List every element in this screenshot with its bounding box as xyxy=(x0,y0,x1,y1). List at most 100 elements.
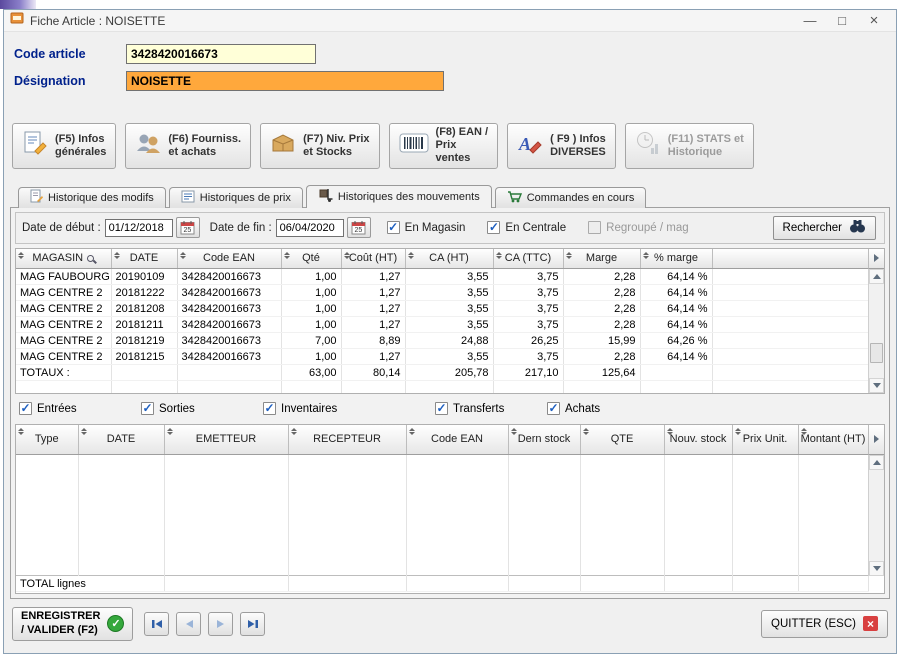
code-article-input[interactable] xyxy=(126,44,316,64)
column-header[interactable]: Nouv. stock xyxy=(664,425,732,455)
tab-historiques-des-mouvements[interactable]: Historiques des mouvements xyxy=(306,185,492,208)
close-button[interactable]: × xyxy=(858,11,890,31)
titlebar[interactable]: Fiche Article : NOISETTE — □ × xyxy=(4,10,896,32)
table-row[interactable]: MAG CENTRE 22018121134284200166731,001,2… xyxy=(16,317,868,333)
sort-icon[interactable] xyxy=(291,428,297,435)
checkbox-icon[interactable] xyxy=(435,402,448,415)
toolbar-button-f5-infos-generales[interactable]: (F5) Infos générales xyxy=(12,123,116,169)
table-row[interactable]: MAG CENTRE 22018121934284200166737,008,8… xyxy=(16,333,868,349)
checkbox-icon[interactable] xyxy=(387,221,400,234)
table-row[interactable]: MAG CENTRE 22018121534284200166731,001,2… xyxy=(16,349,868,365)
minimize-button[interactable]: — xyxy=(794,11,826,31)
column-header[interactable]: EMETTEUR xyxy=(164,425,288,455)
toolbar-button-f7-niveau-prix-stocks[interactable]: (F7) Niv. Prix et Stocks xyxy=(260,123,379,169)
table-row[interactable]: MAG CENTRE 22018122234284200166731,001,2… xyxy=(16,285,868,301)
sort-icon[interactable] xyxy=(583,428,589,435)
toolbar-button-f9-infos-diverses[interactable]: A ( F9 ) Infos DIVERSES xyxy=(507,123,616,169)
column-header[interactable]: Code EAN xyxy=(177,249,281,269)
tab-historique-des-modifs[interactable]: Historique des modifs xyxy=(18,187,166,208)
scroll-up-button[interactable] xyxy=(869,455,884,470)
column-header[interactable]: MAGASIN xyxy=(16,249,111,269)
column-header[interactable]: Coût (HT) xyxy=(341,249,405,269)
column-header[interactable]: RECEPTEUR xyxy=(288,425,406,455)
table-row[interactable] xyxy=(16,381,868,393)
sort-icon[interactable] xyxy=(735,428,741,435)
column-header[interactable]: DATE xyxy=(78,425,164,455)
date-start-calendar-button[interactable]: 25 xyxy=(176,217,200,238)
sort-icon[interactable] xyxy=(643,252,649,259)
save-button[interactable]: ENREGISTRER / VALIDER (F2) ✓ xyxy=(12,607,133,641)
date-end-calendar-button[interactable]: 25 xyxy=(347,217,371,238)
column-header[interactable]: % marge xyxy=(640,249,712,269)
table-row[interactable]: MAG FAUBOURG2019010934284200166731,001,2… xyxy=(16,269,868,285)
nav-first-button[interactable] xyxy=(144,612,169,636)
tab-historiques-de-prix[interactable]: Historiques de prix xyxy=(169,187,303,208)
sort-icon[interactable] xyxy=(667,428,673,435)
column-header[interactable]: Prix Unit. xyxy=(732,425,798,455)
header-scroll-right-button[interactable] xyxy=(868,425,884,455)
checkbox-en-centrale[interactable]: En Centrale xyxy=(487,221,566,234)
sort-icon[interactable] xyxy=(284,252,290,259)
table-row[interactable]: TOTAUX :63,0080,14205,78217,10125,64 xyxy=(16,365,868,381)
scroll-down-button[interactable] xyxy=(869,561,884,576)
column-header[interactable]: Code EAN xyxy=(406,425,508,455)
vertical-scrollbar[interactable] xyxy=(868,455,884,576)
checkbox-transferts[interactable]: Transferts xyxy=(435,402,547,415)
maximize-button[interactable]: □ xyxy=(826,11,858,31)
sort-icon[interactable] xyxy=(180,252,186,259)
column-header[interactable]: DATE xyxy=(111,249,177,269)
sort-icon[interactable] xyxy=(801,428,807,435)
vertical-scrollbar[interactable] xyxy=(868,269,884,393)
sort-icon[interactable] xyxy=(344,252,350,259)
sort-icon[interactable] xyxy=(114,252,120,259)
quit-button[interactable]: QUITTER (ESC) × xyxy=(761,610,888,638)
cell: 205,78 xyxy=(405,365,493,381)
table-row[interactable] xyxy=(16,455,868,576)
sort-icon[interactable] xyxy=(18,428,24,435)
table-row[interactable]: MAG CENTRE 22018120834284200166731,001,2… xyxy=(16,301,868,317)
checkbox-icon[interactable] xyxy=(588,221,601,234)
checkbox-inventaires[interactable]: Inventaires xyxy=(263,402,435,415)
checkbox-achats[interactable]: Achats xyxy=(547,402,600,415)
sort-icon[interactable] xyxy=(409,428,415,435)
checkbox-sorties[interactable]: Sorties xyxy=(141,402,263,415)
column-header[interactable]: Dern stock xyxy=(508,425,580,455)
checkbox-icon[interactable] xyxy=(141,402,154,415)
nav-last-button[interactable] xyxy=(240,612,265,636)
column-header[interactable]: Marge xyxy=(563,249,640,269)
checkbox-icon[interactable] xyxy=(547,402,560,415)
column-header[interactable]: CA (TTC) xyxy=(493,249,563,269)
column-header[interactable]: Montant (HT) xyxy=(798,425,868,455)
scroll-down-button[interactable] xyxy=(869,378,884,393)
toolbar-button-f8-ean-prix-ventes[interactable]: (F8) EAN / Prix ventes xyxy=(389,123,499,169)
sort-icon[interactable] xyxy=(81,428,87,435)
checkbox-entrées[interactable]: Entrées xyxy=(19,402,141,415)
tab-commandes-en-cours[interactable]: Commandes en cours xyxy=(495,187,647,208)
date-start-input[interactable] xyxy=(105,219,173,237)
sort-icon[interactable] xyxy=(566,252,572,259)
sort-icon[interactable] xyxy=(18,252,24,259)
checkbox-regroupé-mag[interactable]: Regroupé / mag xyxy=(588,221,688,234)
column-header[interactable]: QTE xyxy=(580,425,664,455)
scroll-up-button[interactable] xyxy=(869,269,884,284)
nav-previous-button[interactable] xyxy=(176,612,201,636)
toolbar-button-f6-fournisseurs-achats[interactable]: (F6) Fourniss. et achats xyxy=(125,123,251,169)
nav-next-button[interactable] xyxy=(208,612,233,636)
column-header[interactable]: CA (HT) xyxy=(405,249,493,269)
sort-icon[interactable] xyxy=(496,252,502,259)
date-end-input[interactable] xyxy=(276,219,344,237)
sort-icon[interactable] xyxy=(167,428,173,435)
scroll-thumb[interactable] xyxy=(870,343,883,363)
checkbox-icon[interactable] xyxy=(19,402,32,415)
sort-icon[interactable] xyxy=(511,428,517,435)
checkbox-icon[interactable] xyxy=(487,221,500,234)
checkbox-en-magasin[interactable]: En Magasin xyxy=(387,221,466,234)
column-header[interactable]: Type xyxy=(16,425,78,455)
checkbox-icon[interactable] xyxy=(263,402,276,415)
column-search-icon[interactable] xyxy=(87,255,94,262)
rechercher-button[interactable]: Rechercher xyxy=(773,216,876,240)
sort-icon[interactable] xyxy=(408,252,414,259)
designation-input[interactable] xyxy=(126,71,444,91)
header-scroll-right-button[interactable] xyxy=(868,249,884,269)
column-header[interactable]: Qté xyxy=(281,249,341,269)
